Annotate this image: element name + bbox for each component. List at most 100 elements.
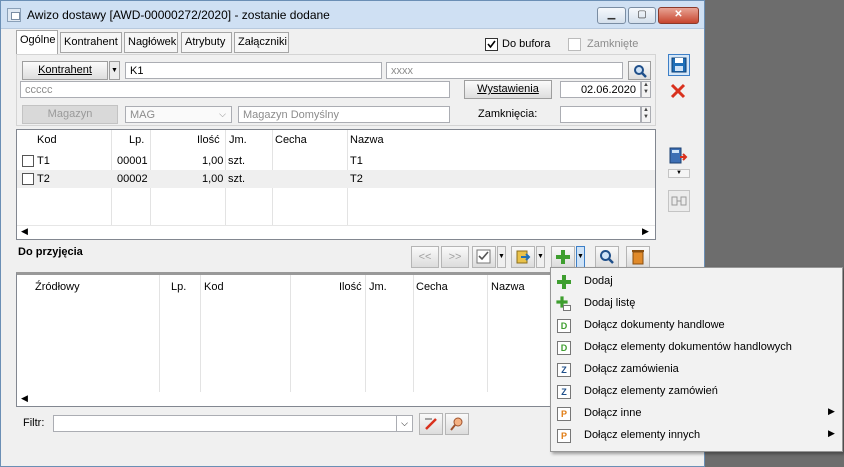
kontrahent-extra-input[interactable]: xxxx: [386, 62, 623, 79]
menu-item-dolacz-inne[interactable]: P Dołącz inne ▶: [551, 403, 842, 425]
clear-filter-icon: [425, 418, 437, 430]
col-kod[interactable]: Kod: [37, 134, 57, 146]
cell-kod: T2: [37, 173, 50, 185]
col-kod[interactable]: Kod: [204, 281, 224, 293]
tab-kontrahent[interactable]: Kontrahent: [60, 32, 122, 53]
prev-button[interactable]: <<: [411, 246, 439, 268]
horizontal-scrollbar[interactable]: ◀ ▶: [17, 225, 655, 239]
row-checkbox[interactable]: [22, 173, 34, 185]
col-ilosc[interactable]: Ilość: [339, 281, 362, 293]
link-docs-icon: [671, 196, 687, 206]
kontrahent-button[interactable]: Kontrahent: [22, 61, 108, 80]
magnifier-icon: [633, 65, 647, 78]
add-list-icon: [556, 296, 571, 311]
add-button[interactable]: [551, 246, 575, 268]
col-ilosc[interactable]: Ilość: [197, 134, 220, 146]
menu-item-dodaj[interactable]: Dodaj: [551, 271, 842, 293]
save-button[interactable]: [668, 54, 690, 76]
check-icon: [487, 40, 496, 49]
zamkniecia-date-spinner[interactable]: ▲ ▼: [641, 106, 651, 123]
filter-chevron-down-icon[interactable]: ⌵: [396, 415, 413, 432]
kontrahent-dropdown-arrow[interactable]: ▼: [109, 61, 120, 80]
filter-label: Filtr:: [23, 417, 45, 429]
delete-button[interactable]: [626, 246, 650, 268]
cell-lp: 00001: [117, 155, 148, 167]
wystawienia-date-input[interactable]: 02.06.2020: [560, 81, 641, 98]
cell-nazwa: T2: [350, 173, 363, 185]
scroll-left-icon[interactable]: ◀: [21, 393, 28, 404]
export-doc-icon: [516, 250, 531, 264]
zamkniecia-date-input[interactable]: [560, 106, 641, 123]
window-title: Awizo dostawy [AWD-00000272/2020] - zost…: [27, 8, 330, 22]
menu-item-dolacz-dokumenty-handlowe[interactable]: D Dołącz dokumenty handlowe: [551, 315, 842, 337]
add-dropdown[interactable]: ▼: [576, 246, 585, 268]
menu-item-dolacz-elementy-innych[interactable]: P Dołącz elementy innych ▶: [551, 425, 842, 447]
magazyn-button: Magazyn: [22, 105, 118, 124]
kontrahent-search-button[interactable]: [628, 61, 651, 80]
col-jm[interactable]: Jm.: [229, 134, 247, 146]
table-row[interactable]: T2 00002 1,00 szt. T2: [17, 170, 655, 188]
col-cecha[interactable]: Cecha: [416, 281, 448, 293]
filter-input[interactable]: [53, 415, 397, 432]
tab-naglowek[interactable]: Nagłówek: [124, 32, 178, 53]
doc-z-icon: Z: [557, 363, 571, 377]
app-icon: [7, 8, 21, 22]
doc-d-icon: D: [557, 319, 571, 333]
section-title: Do przyjęcia: [18, 246, 83, 258]
check-list-button[interactable]: [472, 246, 496, 268]
check-list-dropdown[interactable]: ▼: [497, 246, 506, 268]
cell-ilosc: 1,00: [202, 155, 224, 167]
title-bar: Awizo dostawy [AWD-00000272/2020] - zost…: [1, 1, 704, 29]
plus-icon: [557, 275, 571, 289]
red-x-icon: [670, 83, 686, 99]
calculate-button[interactable]: [668, 146, 690, 168]
search-button[interactable]: [595, 246, 619, 268]
col-lp[interactable]: Lp.: [171, 281, 186, 293]
col-nazwa[interactable]: Nazwa: [350, 134, 384, 146]
address-field[interactable]: ccccc: [20, 81, 450, 98]
link-button: [668, 190, 690, 212]
scroll-left-icon[interactable]: ◀: [21, 226, 28, 237]
checklist-icon: [476, 249, 491, 264]
tab-zalaczniki[interactable]: Załączniki: [234, 32, 289, 53]
kontrahent-code-input[interactable]: K1: [125, 62, 382, 79]
maximize-button[interactable]: ▢: [628, 7, 656, 24]
menu-item-dodaj-liste[interactable]: Dodaj listę: [551, 293, 842, 315]
filter-config-button[interactable]: [445, 413, 469, 435]
doc-p-icon: P: [557, 429, 571, 443]
col-jm[interactable]: Jm.: [369, 281, 387, 293]
doc-d-icon: D: [557, 341, 571, 355]
cell-jm: szt.: [228, 173, 246, 185]
table-row[interactable]: T1 00001 1,00 szt. T1: [17, 152, 655, 170]
export-dropdown[interactable]: ▼: [536, 246, 545, 268]
plus-icon: [556, 250, 570, 264]
export-button[interactable]: [511, 246, 535, 268]
row-checkbox[interactable]: [22, 155, 34, 167]
menu-item-dolacz-zamowienia[interactable]: Z Dołącz zamówienia: [551, 359, 842, 381]
wystawienia-button[interactable]: Wystawienia: [464, 80, 552, 99]
cancel-button[interactable]: [668, 81, 690, 103]
cell-lp: 00002: [117, 173, 148, 185]
tab-ogolne[interactable]: Ogólne: [16, 30, 58, 54]
close-button[interactable]: ✕: [658, 7, 699, 24]
do-bufora-checkbox[interactable]: [485, 38, 498, 51]
cell-jm: szt.: [228, 155, 246, 167]
wystawienia-date-spinner[interactable]: ▲ ▼: [641, 81, 651, 98]
col-cecha[interactable]: Cecha: [275, 134, 307, 146]
col-zrodlowy[interactable]: Źródłowy: [35, 281, 80, 293]
col-lp[interactable]: Lp.: [129, 134, 144, 146]
clear-filter-button[interactable]: [419, 413, 443, 435]
magnifier-icon: [600, 250, 614, 264]
doc-z-icon: Z: [557, 385, 571, 399]
minimize-button[interactable]: ▁: [597, 7, 626, 24]
menu-item-dolacz-elementy-dokumentow-handlowych[interactable]: D Dołącz elementy dokumentów handlowych: [551, 337, 842, 359]
menu-item-dolacz-elementy-zamowien[interactable]: Z Dołącz elementy zamówień: [551, 381, 842, 403]
calculator-arrow-icon: [669, 147, 688, 164]
scroll-right-icon[interactable]: ▶: [642, 226, 649, 237]
zamkniete-label: Zamknięte: [587, 38, 639, 50]
next-button[interactable]: >>: [441, 246, 469, 268]
tab-atrybuty[interactable]: Atrybuty: [181, 32, 232, 53]
calculate-dropdown[interactable]: ▼: [668, 169, 690, 178]
filter-settings-icon: [450, 417, 463, 431]
col-nazwa[interactable]: Nazwa: [491, 281, 525, 293]
